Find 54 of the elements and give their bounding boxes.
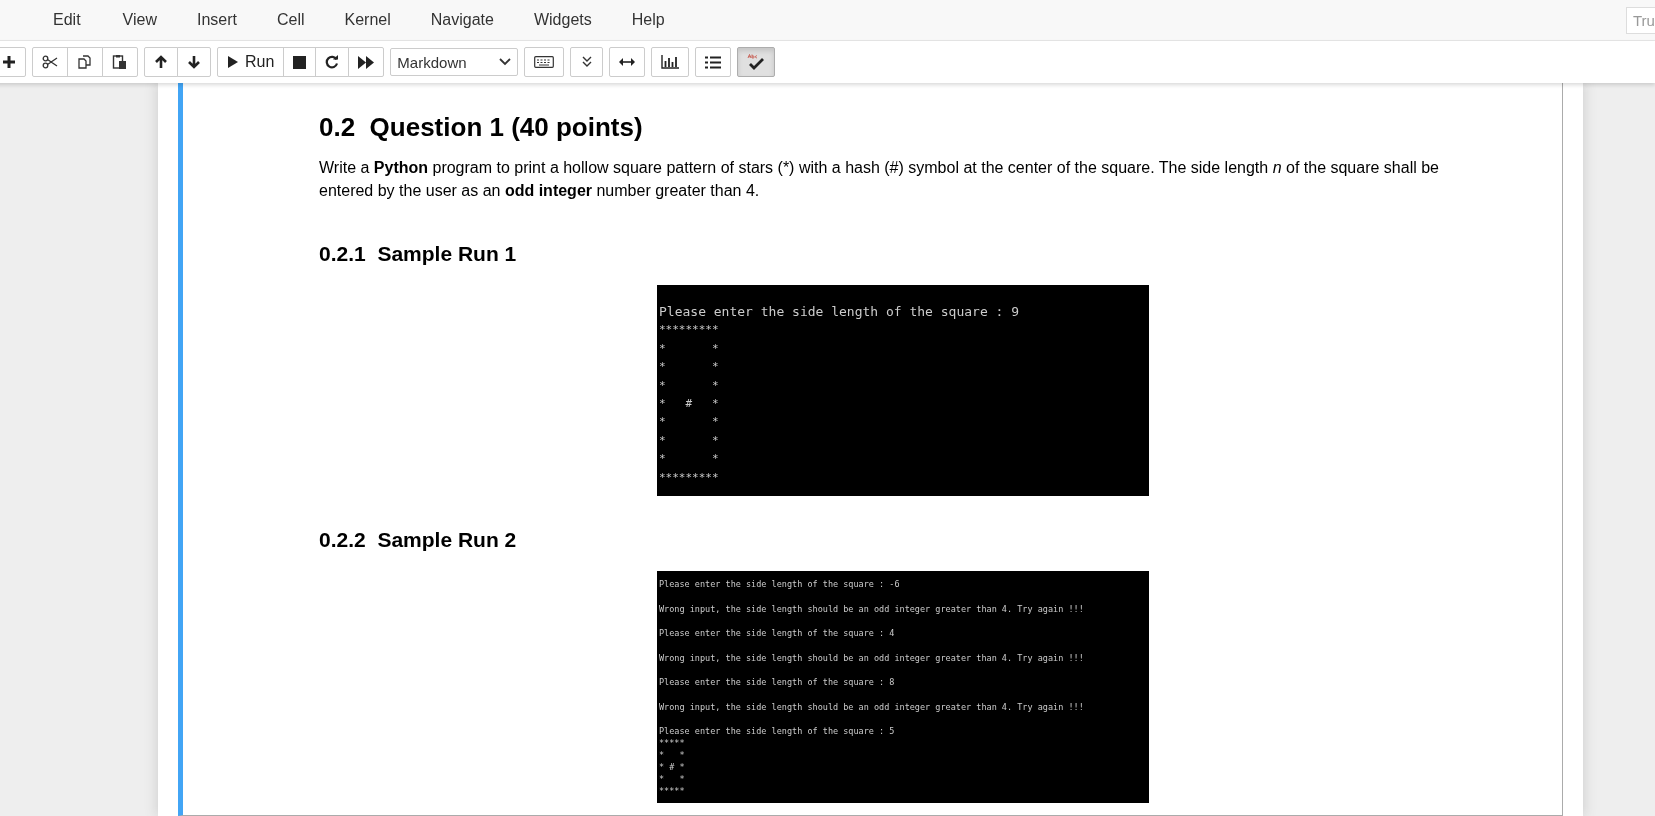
toolbar-button[interactable] [737, 47, 776, 77]
bar-chart-icon [661, 55, 680, 69]
subheading: 0.2.1 Sample Run 1 [319, 242, 518, 266]
arrow-up-icon [154, 55, 168, 69]
toolbar-button[interactable] [609, 47, 646, 77]
toolbar-button[interactable] [348, 47, 385, 77]
console-line: Please enter the side length of the square : 8 [659, 677, 896, 688]
toolbar-button[interactable] [32, 47, 68, 77]
horizontal-arrows-icon [619, 58, 636, 66]
console-line: Wrong input, the side length should be an odd integer greater than 4. Try again !!! [659, 701, 1085, 713]
stop-icon [293, 55, 307, 69]
arrow-down-icon [187, 55, 201, 69]
toolbar-button[interactable] [695, 47, 732, 77]
spellcheck-icon [747, 54, 766, 70]
console-line: Wrong input, the side length should be an odd integer greater than 4. Try again !!! [659, 652, 1085, 664]
copy-icon [77, 54, 93, 70]
menu-item[interactable]: Cell [270, 11, 312, 29]
plus-icon [2, 55, 16, 69]
keyboard-icon [534, 56, 555, 68]
toolbar-button[interactable] [651, 47, 690, 77]
toolbar-button[interactable] [177, 47, 211, 77]
restart-icon [325, 55, 340, 69]
menu-item[interactable]: View [115, 11, 164, 29]
play-icon [227, 55, 239, 69]
star-pattern-output: ********* * * * * * * * # * * * * * * * ********* [659, 322, 720, 486]
menu-item[interactable]: Edit [46, 11, 88, 29]
paste-icon [112, 54, 128, 70]
heading: 0.2 Question 1 (40 points) [319, 112, 644, 143]
menu-item[interactable]: Widgets [526, 11, 599, 29]
cell-type-dropdown[interactable]: Markdown [390, 48, 519, 76]
fast-forward-icon [358, 55, 375, 69]
console-line: Please enter the side length of the square : 9 [659, 303, 1021, 321]
console-line: Wrong input, the side length should be an odd integer greater than 4. Try again !!! [659, 603, 1085, 615]
menu-item[interactable]: Kernel [337, 11, 398, 29]
menu-item[interactable]: Insert [189, 11, 244, 29]
double-chevron-icon [581, 56, 592, 68]
toolbar-button[interactable] [0, 47, 26, 77]
toolbar-button[interactable] [283, 47, 317, 77]
star-pattern-output: ***** * * * # * * * ***** [659, 737, 686, 797]
menu-item[interactable]: Navigate [423, 11, 501, 29]
toolbar-button[interactable] [102, 47, 138, 77]
list-icon [705, 55, 722, 69]
toolbar-button[interactable] [144, 47, 178, 77]
menu-item[interactable]: Help [624, 11, 672, 29]
console-line: Please enter the side length of the square : 4 [659, 628, 896, 639]
console-line: Please enter the side length of the square : -6 [659, 579, 901, 590]
toolbar-button[interactable] [315, 47, 350, 77]
toolbar-button[interactable] [524, 47, 565, 77]
scissors-icon [42, 55, 58, 69]
run-button[interactable]: Run [217, 47, 285, 77]
subheading: 0.2.2 Sample Run 2 [319, 528, 518, 552]
caret-icon [499, 58, 512, 66]
console-line: Please enter the side length of the square : 5 [659, 726, 896, 737]
question-text: Write a Python program to print a hollow square pattern of stars (*) with a hash (#) symbol at the center of the square. The side length n of the square shall be entered by the user as an odd integer number greater than 4. [319, 158, 1440, 201]
